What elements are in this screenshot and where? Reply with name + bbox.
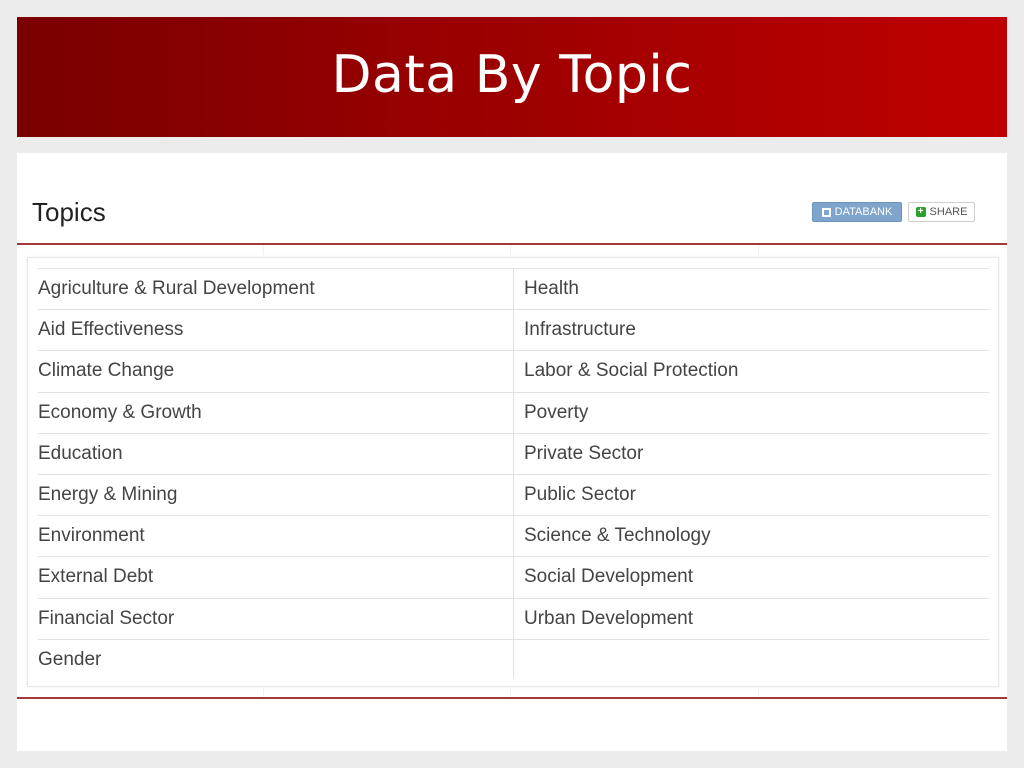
topic-link[interactable]: Economy & Growth (38, 391, 513, 433)
databank-icon (821, 207, 831, 217)
topics-panel: Agriculture & Rural Development Aid Effe… (27, 257, 999, 687)
topic-link[interactable]: Energy & Mining (38, 473, 513, 515)
topic-link[interactable]: Labor & Social Protection (514, 350, 989, 391)
divider (758, 687, 759, 697)
share-button[interactable]: + SHARE (908, 202, 975, 222)
topic-link[interactable]: Health (514, 268, 989, 309)
topic-label: Environment (38, 525, 145, 547)
topic-link[interactable]: Environment (38, 515, 513, 556)
topic-link[interactable]: Aid Effectiveness (38, 309, 513, 350)
topic-link[interactable]: Social Development (514, 556, 989, 597)
topic-link[interactable]: External Debt (38, 556, 513, 597)
topic-label: External Debt (38, 566, 154, 588)
topics-column-right: Health Infrastructure Labor & Social Pro… (514, 268, 989, 680)
topic-link[interactable]: Education (38, 432, 513, 474)
topic-label: Labor & Social Protection (524, 360, 739, 382)
topic-link[interactable]: Gender (38, 638, 513, 680)
topic-label: Economy & Growth (38, 401, 202, 423)
topic-label: Gender (38, 648, 102, 670)
topic-label: Public Sector (524, 484, 636, 506)
topic-row-separator (514, 638, 989, 680)
topic-label: Aid Effectiveness (38, 319, 184, 341)
topic-label: Energy & Mining (38, 484, 178, 506)
topic-link[interactable]: Public Sector (514, 473, 989, 515)
topic-label: Financial Sector (38, 607, 175, 629)
topic-link[interactable]: Financial Sector (38, 597, 513, 639)
topic-link[interactable]: Science & Technology (514, 515, 989, 556)
plus-icon: + (915, 207, 926, 217)
title-banner: Data By Topic (17, 17, 1007, 137)
footer-divider (17, 697, 1007, 699)
slide-title: Data By Topic (331, 45, 693, 105)
embedded-webpage: Topics DATABANK + SHARE Agriculture & Ru… (17, 153, 1007, 751)
topic-link[interactable]: Poverty (514, 391, 989, 433)
topic-label: Climate Change (38, 360, 175, 382)
topic-label: Science & Technology (524, 525, 711, 547)
divider (263, 687, 264, 697)
topic-link[interactable]: Urban Development (514, 597, 989, 639)
topic-label: Agriculture & Rural Development (38, 278, 315, 300)
share-label: SHARE (929, 206, 968, 218)
topic-link[interactable]: Private Sector (514, 432, 989, 474)
topics-header: Topics DATABANK + SHARE (17, 153, 1007, 245)
topic-link[interactable]: Agriculture & Rural Development (38, 268, 513, 309)
topic-label: Social Development (524, 566, 693, 588)
databank-label: DATABANK (834, 206, 893, 218)
topic-label: Poverty (524, 401, 589, 423)
topics-column-left: Agriculture & Rural Development Aid Effe… (38, 268, 514, 678)
topic-link[interactable]: Infrastructure (514, 309, 989, 350)
topic-label: Urban Development (524, 607, 693, 629)
databank-button[interactable]: DATABANK (812, 202, 902, 222)
topic-label: Education (38, 442, 123, 464)
page-title: Topics (32, 197, 106, 227)
topic-label: Private Sector (524, 442, 644, 464)
divider (510, 687, 511, 697)
topic-link[interactable]: Climate Change (38, 350, 513, 391)
topic-label: Health (524, 278, 579, 300)
topic-label: Infrastructure (524, 319, 636, 341)
